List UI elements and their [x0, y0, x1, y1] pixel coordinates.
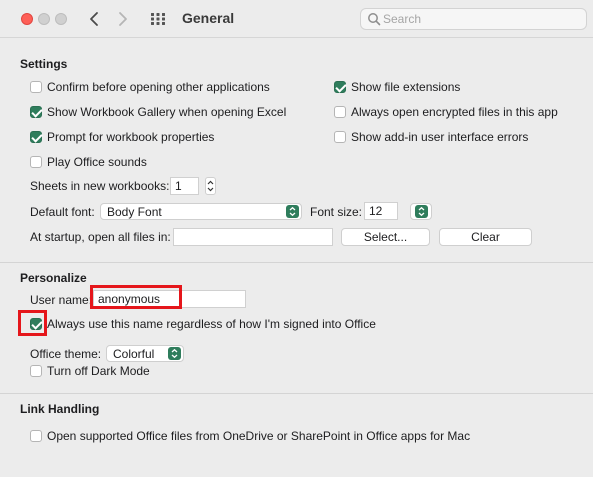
show-workbook-gallery-checkbox[interactable]	[30, 106, 42, 118]
play-office-sounds-checkbox[interactable]	[30, 156, 42, 168]
back-button[interactable]	[86, 9, 104, 29]
play-office-sounds-option[interactable]: Play Office sounds	[30, 154, 147, 170]
checkbox-label: Always use this name regardless of how I…	[47, 317, 376, 331]
user-name-label: User name:	[30, 293, 93, 307]
clear-button[interactable]: Clear	[439, 228, 532, 246]
checkbox-label: Show Workbook Gallery when opening Excel	[47, 105, 287, 119]
checkbox-label: Always open encrypted files in this app	[351, 105, 558, 119]
confirm-before-opening-option[interactable]: Confirm before opening other application…	[30, 79, 270, 95]
checkbox-label: Confirm before opening other application…	[47, 80, 270, 94]
font-size-label: Font size:	[310, 205, 363, 219]
popup-arrows-icon	[415, 205, 428, 218]
turn-off-dark-mode-checkbox[interactable]	[30, 365, 42, 377]
always-use-name-option[interactable]: Always use this name regardless of how I…	[30, 316, 376, 332]
back-chevron-icon	[90, 12, 98, 26]
checkbox-label: Prompt for workbook properties	[47, 130, 215, 144]
show-file-extensions-option[interactable]: Show file extensions	[334, 79, 460, 95]
checkbox-label: Play Office sounds	[47, 155, 147, 169]
preferences-window: General Settings Confirm before opening …	[0, 0, 593, 477]
font-size-field[interactable]: 12	[364, 202, 398, 220]
popup-arrows-icon	[168, 347, 181, 360]
search-field[interactable]	[360, 8, 587, 30]
prompt-workbook-properties-checkbox[interactable]	[30, 131, 42, 143]
checkbox-label: Turn off Dark Mode	[47, 364, 150, 378]
titlebar: General	[0, 0, 593, 38]
settings-heading: Settings	[20, 57, 68, 71]
close-window-button[interactable]	[21, 13, 33, 25]
checkbox-label: Show add-in user interface errors	[351, 130, 529, 144]
office-theme-label: Office theme:	[30, 347, 102, 361]
open-supported-files-option[interactable]: Open supported Office files from OneDriv…	[30, 428, 470, 444]
prompt-workbook-properties-option[interactable]: Prompt for workbook properties	[30, 129, 214, 145]
popup-arrows-icon	[286, 205, 299, 218]
startup-folder-label: At startup, open all files in:	[30, 230, 171, 244]
default-font-popup[interactable]: Body Font	[100, 203, 302, 220]
grid-icon	[151, 13, 165, 25]
office-theme-value: Colorful	[113, 347, 155, 361]
startup-folder-field[interactable]	[173, 228, 333, 246]
section-divider	[0, 393, 593, 394]
open-supported-files-checkbox[interactable]	[30, 430, 42, 442]
select-button[interactable]: Select...	[341, 228, 430, 246]
default-font-label: Default font:	[30, 205, 95, 219]
show-all-button[interactable]	[150, 12, 166, 26]
minimize-window-button[interactable]	[38, 13, 50, 25]
confirm-before-opening-checkbox[interactable]	[30, 81, 42, 93]
window-title: General	[182, 10, 235, 26]
search-input[interactable]	[383, 11, 578, 27]
checkbox-highlight-box	[18, 310, 47, 336]
sheets-count-stepper[interactable]	[205, 177, 216, 195]
show-file-extensions-checkbox[interactable]	[334, 81, 346, 93]
user-name-highlight-box	[90, 285, 182, 309]
section-divider	[0, 262, 593, 263]
show-addin-errors-option[interactable]: Show add-in user interface errors	[334, 129, 528, 145]
show-addin-errors-checkbox[interactable]	[334, 131, 346, 143]
forward-chevron-icon	[119, 12, 127, 26]
default-font-value: Body Font	[107, 205, 162, 219]
checkbox-label: Show file extensions	[351, 80, 461, 94]
sheets-in-new-workbooks-label: Sheets in new workbooks:	[30, 179, 170, 193]
always-open-encrypted-checkbox[interactable]	[334, 106, 346, 118]
personalize-heading: Personalize	[20, 271, 87, 285]
show-workbook-gallery-option[interactable]: Show Workbook Gallery when opening Excel	[30, 104, 286, 120]
stepper-arrows-icon	[207, 180, 214, 192]
font-size-popup[interactable]	[410, 203, 432, 220]
sheets-count-field[interactable]: 1	[170, 177, 199, 195]
always-open-encrypted-option[interactable]: Always open encrypted files in this app	[334, 104, 558, 120]
search-icon	[368, 13, 381, 26]
link-handling-heading: Link Handling	[20, 402, 100, 416]
checkbox-label: Open supported Office files from OneDriv…	[47, 429, 471, 443]
forward-button[interactable]	[114, 9, 132, 29]
office-theme-popup[interactable]: Colorful	[106, 345, 184, 362]
content-area: Settings Confirm before opening other ap…	[0, 39, 593, 477]
zoom-window-button[interactable]	[55, 13, 67, 25]
turn-off-dark-mode-option[interactable]: Turn off Dark Mode	[30, 363, 150, 379]
